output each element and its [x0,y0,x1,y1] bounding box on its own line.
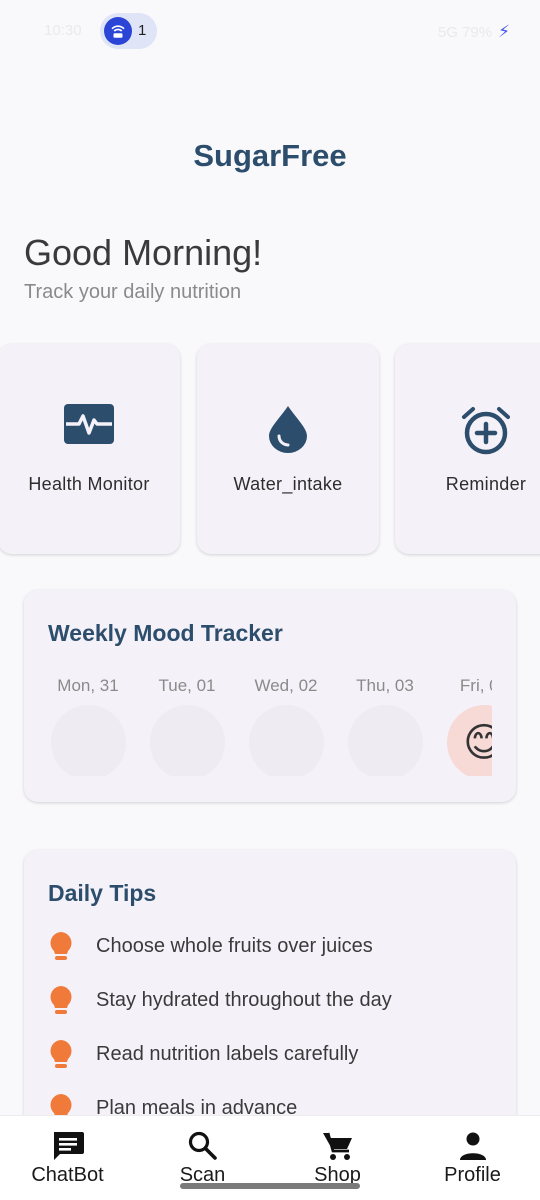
nav-item-shop[interactable]: Shop [270,1130,405,1187]
status-right-text: 5G 79% [437,23,493,41]
mood-date: Wed, 02 [254,676,318,695]
health-monitor-label: Health Monitor [28,474,150,494]
tip-item: Read nutrition labels carefully [48,1039,358,1069]
chat-icon [53,1132,84,1160]
mood-circle[interactable] [248,705,324,776]
status-bar: 10:30 1 5G 79% ⚡ [0,0,540,60]
mood-circle[interactable] [347,705,423,776]
mood-circle[interactable] [50,705,126,776]
mood-date: Mon, 31 [57,676,119,695]
nav-item-scan[interactable]: Scan [135,1130,270,1187]
nav-item-profile[interactable]: Profile [405,1130,540,1187]
mood-day[interactable]: Tue, 01 [147,676,227,776]
tip-text: Stay hydrated throughout the day [96,988,392,1011]
mood-date: Thu, 03 [356,676,414,695]
health-monitor-icon [64,404,114,444]
reminder-label: Reminder [445,474,527,494]
mood-day[interactable]: Fri, 04 😊 [444,676,492,776]
mood-tracker-card: Weekly Mood Tracker Mon, 31 Tue, 01 Wed,… [24,590,516,802]
daily-tips-title: Daily Tips [48,880,157,906]
mood-day[interactable]: Wed, 02 [246,676,326,776]
mood-row: Mon, 31 Tue, 01 Wed, 02 Thu, 03 Fri, 04 … [48,676,492,776]
water-intake-card[interactable]: Water_intake [197,344,379,554]
mood-day[interactable]: Mon, 31 [48,676,128,776]
reminder-card[interactable]: Reminder [395,344,540,554]
water-intake-label: Water_intake [233,474,343,494]
hotspot-indicator[interactable]: 1 [100,13,157,49]
mood-date: Tue, 01 [158,676,216,695]
alarm-add-icon [462,407,510,455]
greeting-title: Good Morning! [24,232,263,273]
nav-item-chatbot[interactable]: ChatBot [0,1130,135,1187]
lightbulb-icon [50,986,72,1014]
nav-label-chatbot: ChatBot [31,1164,104,1186]
mood-tracker-title: Weekly Mood Tracker [48,620,283,646]
tip-text: Choose whole fruits over juices [96,934,373,957]
tip-item: Choose whole fruits over juices [48,931,373,961]
app-title: SugarFree [193,138,347,173]
status-right: 5G 79% ⚡ [438,22,510,42]
tip-text: Read nutrition labels carefully [96,1042,359,1065]
tip-item: Stay hydrated throughout the day [48,985,392,1015]
cart-icon [322,1132,352,1160]
screen: 10:30 1 5G 79% ⚡ SugarFree Good Morning!… [0,0,540,1200]
mood-day[interactable]: Thu, 03 [345,676,425,776]
lightbulb-icon [50,932,72,960]
nav-label-profile: Profile [444,1164,501,1186]
hotspot-icon [104,17,132,45]
lightbulb-icon [50,1040,72,1068]
search-icon [188,1131,217,1160]
health-monitor-card[interactable]: Health Monitor [0,344,180,554]
status-time: 10:30 [44,22,82,39]
water-drop-icon [269,406,307,453]
person-icon [459,1132,486,1160]
home-indicator[interactable] [180,1183,360,1189]
mood-circle-selected[interactable]: 😊 [446,705,492,776]
greeting-subtitle: Track your daily nutrition [24,281,242,303]
daily-tips-card: Daily Tips Choose whole fruits over juic… [24,850,516,1150]
mood-date: Fri, 04 [459,676,492,695]
mood-circle[interactable] [149,705,225,776]
charging-icon: ⚡ [498,22,510,41]
hotspot-count: 1 [138,22,147,39]
